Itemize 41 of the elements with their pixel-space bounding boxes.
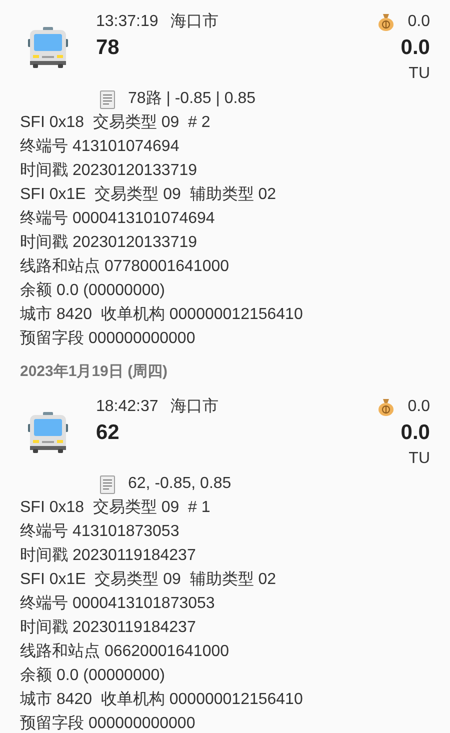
detail-line: 时间戳 20230120133719 — [20, 232, 198, 253]
bus-icon — [28, 412, 68, 454]
bus-icon — [28, 27, 68, 69]
detail-line: 余额 0.0 (00000000) — [20, 280, 165, 301]
detail-line: 时间戳 20230119184237 — [20, 618, 196, 638]
balance-value: 0.0 — [408, 397, 430, 417]
route-title: 78 — [96, 35, 120, 62]
detail-line: SFI 0x18 交易类型 09 # 1 — [20, 498, 210, 518]
detail-line: 终端号 413101074694 — [20, 136, 180, 157]
detail-line: 终端号 0000413101873053 — [20, 594, 215, 614]
detail-line: SFI 0x18 交易类型 09 # 2 — [20, 112, 210, 133]
memo-text: 78路 | -0.85 | 0.85 — [128, 89, 256, 109]
memo-icon — [100, 474, 115, 494]
city-name: 海口市 — [170, 12, 218, 32]
detail-line: 终端号 0000413101074694 — [20, 208, 215, 229]
route-title: 62 — [96, 420, 120, 446]
detail-line: 城市 8420 收单机构 000000012156410 — [20, 304, 303, 325]
money-bag-icon — [378, 398, 394, 416]
memo-text: 62, -0.85, 0.85 — [128, 474, 232, 494]
transaction-time: 13:37:19 — [96, 12, 158, 32]
detail-line: 线路和站点 06620001641000 — [20, 642, 230, 662]
detail-line: SFI 0x1E 交易类型 09 辅助类型 02 — [20, 184, 276, 205]
amount-unit: TU — [408, 64, 430, 84]
detail-line: 预留字段 000000000000 — [20, 714, 196, 733]
detail-line: 城市 8420 收单机构 000000012156410 — [20, 690, 303, 710]
detail-line: SFI 0x1E 交易类型 09 辅助类型 02 — [20, 570, 276, 590]
money-bag-icon — [378, 13, 394, 31]
date-header: 2023年1月19日 (周四) — [20, 362, 168, 382]
amount-value: 0.0 — [400, 35, 430, 62]
detail-line: 预留字段 000000000000 — [20, 328, 196, 349]
memo-icon — [100, 90, 115, 108]
detail-line: 余额 0.0 (00000000) — [20, 666, 165, 686]
amount-value: 0.0 — [400, 420, 430, 446]
detail-line: 线路和站点 07780001641000 — [20, 256, 230, 277]
detail-line: 时间戳 20230120133719 — [20, 160, 198, 181]
amount-unit: TU — [408, 449, 430, 469]
transaction-time: 18:42:37 — [96, 397, 158, 417]
detail-line: 时间戳 20230119184237 — [20, 546, 196, 566]
balance-value: 0.0 — [408, 12, 430, 32]
city-name: 海口市 — [170, 396, 218, 417]
detail-line: 终端号 413101873053 — [20, 522, 180, 542]
